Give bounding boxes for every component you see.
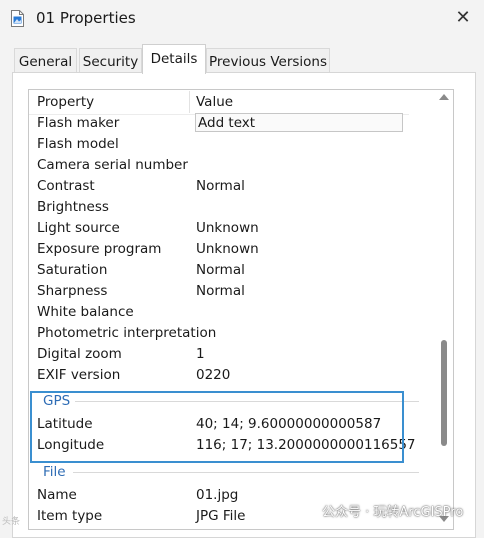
property-name: Saturation xyxy=(37,262,108,278)
column-header-property[interactable]: Property xyxy=(37,90,94,114)
property-name: Item type xyxy=(37,508,103,524)
list-item-latitude[interactable]: Latitude 40; 14; 9.60000000000587 xyxy=(29,414,429,435)
property-name: Brightness xyxy=(37,199,109,215)
close-button[interactable]: ✕ xyxy=(448,4,478,32)
watermark-left: 头条 xyxy=(2,517,21,527)
list-item[interactable]: Brightness xyxy=(29,197,429,218)
property-value: 40; 14; 9.60000000000587 xyxy=(196,416,382,432)
list-item[interactable]: EXIF version 0220 xyxy=(29,365,429,386)
close-icon: ✕ xyxy=(455,7,471,28)
property-name: Name xyxy=(37,487,77,503)
property-value: Normal xyxy=(196,178,245,194)
list-item[interactable]: Saturation Normal xyxy=(29,260,429,281)
flash-maker-input[interactable]: Add text xyxy=(195,113,403,132)
property-name: Light source xyxy=(37,220,120,236)
property-value: 0220 xyxy=(196,367,231,383)
image-file-icon xyxy=(11,10,24,27)
tab-previous-versions[interactable]: Previous Versions xyxy=(206,48,330,74)
property-name: Sharpness xyxy=(37,283,108,299)
list-item-longitude[interactable]: Longitude 116; 17; 13.2000000000116557 xyxy=(29,435,429,456)
property-value: 1 xyxy=(196,346,205,362)
list-item[interactable]: Exposure program Unknown xyxy=(29,239,429,260)
property-name: Contrast xyxy=(37,178,95,194)
tab-general[interactable]: General xyxy=(14,48,77,74)
property-name: EXIF version xyxy=(37,367,121,383)
property-name: Latitude xyxy=(37,416,93,432)
title-bar: 01 Properties ✕ xyxy=(0,0,484,38)
list-item[interactable]: Photometric interpretation xyxy=(29,323,429,344)
group-label: File xyxy=(43,464,66,480)
property-value: 01.jpg xyxy=(196,487,239,503)
column-header-value[interactable]: Value xyxy=(196,90,233,114)
property-name: Digital zoom xyxy=(37,346,122,362)
property-name: Camera serial number xyxy=(37,157,188,173)
property-value: JPG File xyxy=(196,508,246,524)
list-item[interactable]: Digital zoom 1 xyxy=(29,344,429,365)
list-item[interactable]: Sharpness Normal xyxy=(29,281,429,302)
property-value: 116; 17; 13.2000000000116557 xyxy=(196,437,416,453)
property-name: Flash maker xyxy=(37,115,120,131)
tab-security[interactable]: Security xyxy=(79,48,142,74)
tab-details[interactable]: Details xyxy=(142,44,206,74)
list-item[interactable]: Contrast Normal xyxy=(29,176,429,197)
property-value: Unknown xyxy=(196,241,259,257)
vertical-scrollbar[interactable] xyxy=(435,90,453,529)
list-item[interactable]: Camera serial number xyxy=(29,155,429,176)
property-name: White balance xyxy=(37,304,134,320)
property-name: Exposure program xyxy=(37,241,162,257)
group-header-file[interactable]: File xyxy=(29,462,429,482)
list-item[interactable]: White balance xyxy=(29,302,429,323)
scrollbar-thumb[interactable] xyxy=(441,340,447,446)
list-item[interactable]: Light source Unknown xyxy=(29,218,429,239)
group-label: GPS xyxy=(43,393,71,409)
list-item[interactable]: Flash model xyxy=(29,134,429,155)
property-value: Unknown xyxy=(196,220,259,236)
property-name: Longitude xyxy=(37,437,105,453)
property-name: Photometric interpretation xyxy=(37,325,217,341)
column-divider[interactable] xyxy=(189,91,190,113)
property-value: Normal xyxy=(196,283,245,299)
watermark: 公众号 · 玩转ArcGISPro xyxy=(322,505,464,520)
scroll-up-arrow-icon[interactable] xyxy=(439,94,449,100)
details-list[interactable]: Property Value Flash maker Add text Flas… xyxy=(28,89,454,530)
window-title: 01 Properties xyxy=(36,9,136,27)
group-divider xyxy=(75,401,419,402)
property-value: Normal xyxy=(196,262,245,278)
group-divider xyxy=(73,472,419,473)
group-header-gps[interactable]: GPS xyxy=(29,391,429,411)
property-name: Flash model xyxy=(37,136,119,152)
